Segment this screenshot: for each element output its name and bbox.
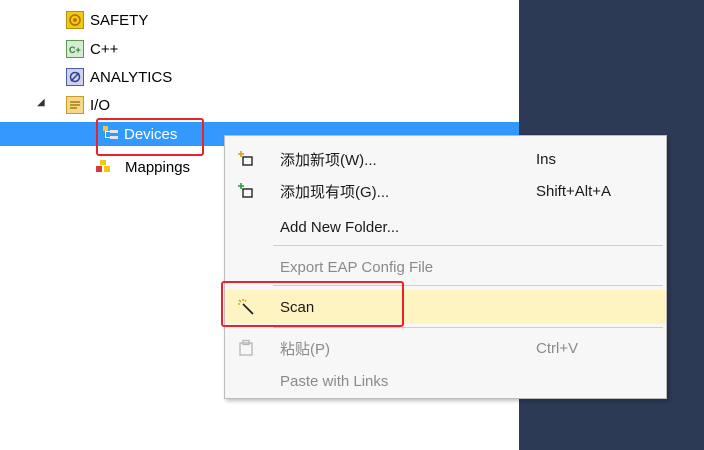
tree-item-io[interactable]: I/O [66,94,110,116]
analytics-icon [66,68,84,86]
menu-item-label: Paste with Links [280,372,389,390]
menu-item-export-eap-config[interactable]: Export EAP Config File [225,251,666,283]
menu-item-label: Export EAP Config File [280,258,434,276]
menu-separator [273,245,663,246]
mappings-icon [95,158,113,176]
menu-item-add-existing-item[interactable]: 添加现有项(G)... Shift+Alt+A [225,175,666,207]
safety-icon [66,11,84,29]
tree-item-label: SAFETY [90,11,149,29]
tree-item-label: I/O [90,96,111,114]
annotation-box-scan [221,281,404,327]
menu-item-shortcut: Shift+Alt+A [536,182,612,200]
menu-item-add-new-item[interactable]: 添加新项(W)... Ins [225,143,666,175]
tree-item-safety[interactable]: SAFETY [66,9,148,31]
menu-item-add-new-folder[interactable]: Add New Folder... [225,211,666,243]
tree-item-analytics[interactable]: ANALYTICS [66,66,172,88]
tree-item-label: ANALYTICS [90,68,173,86]
collapse-arrow-icon[interactable]: ◢ [37,97,45,108]
tree-item-cpp[interactable]: C+ C++ [66,38,118,60]
add-new-item-icon [237,150,255,168]
menu-item-paste[interactable]: 粘贴(P) Ctrl+V [225,332,666,364]
menu-item-shortcut: Ins [536,150,557,168]
menu-item-shortcut: Ctrl+V [536,339,579,357]
io-folder-icon [66,96,84,114]
add-existing-item-icon [237,182,255,200]
context-menu: 添加新项(W)... Ins 添加现有项(G)... Shift+Alt+A A… [224,135,667,399]
menu-item-label: 添加新项(W)... [280,151,377,169]
menu-item-label: 粘贴(P) [280,340,330,358]
tree-item-label: C++ [90,40,119,58]
tree-item-label: Mappings [125,158,191,176]
annotation-box-devices [96,118,204,156]
cpp-icon: C+ [66,40,84,58]
menu-item-label: 添加现有项(G)... [280,183,390,201]
paste-icon [237,339,255,357]
menu-item-label: Add New Folder... [280,218,400,236]
menu-item-paste-with-links[interactable]: Paste with Links [225,365,666,397]
tree-item-mappings[interactable]: Mappings [95,156,190,178]
svg-text:C+: C+ [69,45,81,55]
menu-separator [273,327,663,328]
